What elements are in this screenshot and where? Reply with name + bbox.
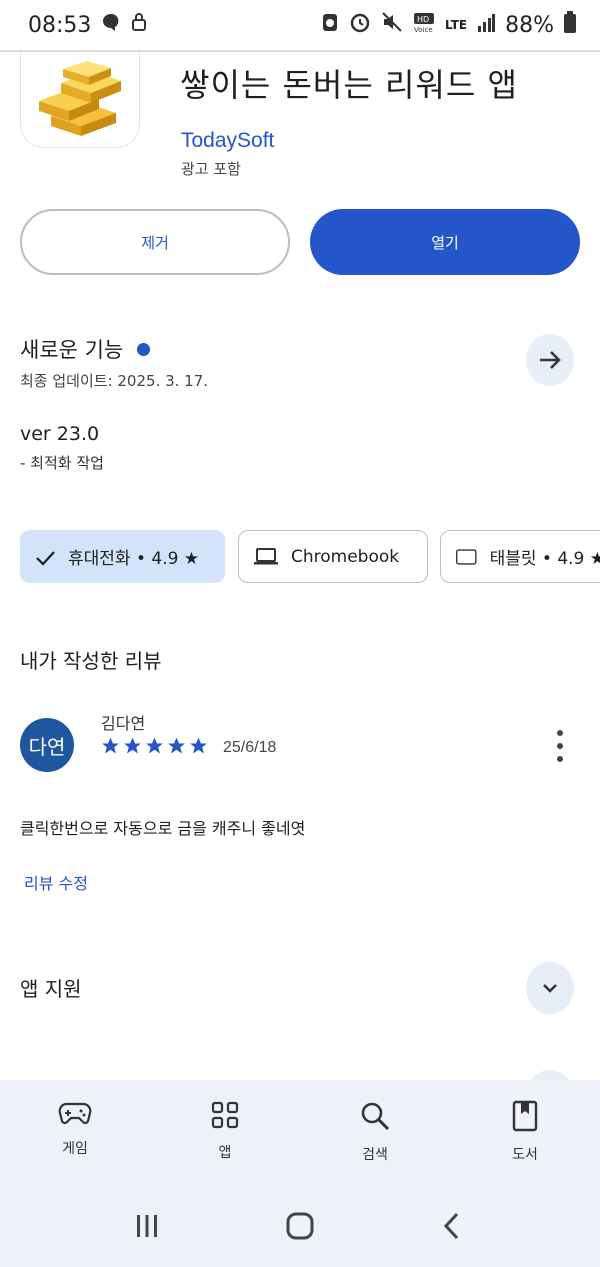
book-icon <box>512 1100 538 1132</box>
chevron-down-icon <box>543 984 557 993</box>
battery-percent: 88% <box>505 12 554 38</box>
tablet-icon <box>456 548 477 565</box>
arrow-right-icon <box>540 351 561 369</box>
release-note: - 최적화 작업 <box>20 454 104 472</box>
last-updated: 최종 업데이트: 2025. 3. 17. <box>20 372 209 390</box>
signal-icon <box>477 13 496 38</box>
review-author: 김다연 <box>101 714 146 733</box>
rating-stars <box>100 736 209 756</box>
apps-grid-icon <box>211 1101 239 1129</box>
nav-search[interactable]: 검색 <box>300 1080 450 1184</box>
system-nav-bar <box>0 1184 600 1267</box>
bottom-nav: 게임 앱 검색 도서 <box>0 1080 600 1184</box>
svg-text:HD: HD <box>417 15 429 24</box>
nav-apps-label: 앱 <box>218 1145 232 1161</box>
recycle-icon <box>321 11 339 39</box>
star-icon <box>168 737 185 754</box>
battery-icon <box>564 11 576 39</box>
app-support-title[interactable]: 앱 지원 <box>20 973 82 1002</box>
nav-books-label: 도서 <box>512 1147 538 1163</box>
star-icon <box>146 737 163 754</box>
chip-chromebook[interactable]: Chromebook <box>238 530 428 583</box>
star-icon <box>102 737 119 754</box>
network-type: LTE <box>445 18 468 32</box>
contains-ads-label: 광고 포함 <box>181 160 241 178</box>
new-indicator-dot <box>137 342 151 356</box>
status-bar: 08:53 HD Voice LTE 88% <box>0 0 600 50</box>
uninstall-button[interactable]: 제거 <box>20 209 290 275</box>
uninstall-button-label: 제거 <box>141 233 169 252</box>
status-time: 08:53 <box>28 12 92 38</box>
whats-new-header[interactable]: 새로운 기능 <box>20 334 151 364</box>
search-icon <box>361 1102 390 1131</box>
svg-text:Voice: Voice <box>414 26 433 33</box>
chip-tablet-label: 태블릿 • 4.9 ★ <box>489 549 600 569</box>
lock-icon <box>131 12 147 38</box>
laptop-icon <box>254 547 278 564</box>
chip-chromebook-label: Chromebook <box>291 546 400 567</box>
nav-games-label: 게임 <box>62 1141 88 1157</box>
chip-phone[interactable]: 휴대전화 • 4.9 ★ <box>20 530 225 583</box>
avatar: 다연 <box>20 718 74 772</box>
home-icon[interactable] <box>285 1211 315 1241</box>
star-icon <box>124 737 141 754</box>
review-text: 클릭한번으로 자동으로 금을 캐주니 좋네엿 <box>20 819 306 838</box>
version-text: ver 23.0 <box>20 423 100 445</box>
edit-review-link[interactable]: 리뷰 수정 <box>24 870 88 894</box>
nav-books[interactable]: 도서 <box>450 1080 600 1184</box>
nav-search-label: 검색 <box>362 1147 388 1163</box>
my-review-title: 내가 작성한 리뷰 <box>20 649 162 673</box>
developer-link[interactable]: TodaySoft <box>181 129 274 153</box>
whats-new-arrow-button[interactable] <box>526 334 574 386</box>
mute-icon <box>381 11 403 39</box>
gamepad-icon <box>58 1102 92 1125</box>
status-divider <box>0 50 600 52</box>
review-date: 25/6/18 <box>223 739 277 756</box>
chip-phone-label: 휴대전화 • 4.9 ★ <box>68 549 200 569</box>
back-icon[interactable] <box>438 1211 468 1241</box>
more-options-icon[interactable] <box>552 730 568 762</box>
chat-bubble-icon <box>101 12 121 38</box>
app-support-expand-button[interactable] <box>526 962 574 1014</box>
chip-tablet[interactable]: 태블릿 • 4.9 ★ <box>440 530 600 583</box>
app-title-line2: 쌓이는 돈버는 리워드 앱 <box>180 66 518 104</box>
open-button[interactable]: 열기 <box>310 209 580 275</box>
whats-new-title: 새로운 기능 <box>20 338 124 362</box>
avatar-text: 다연 <box>28 734 66 759</box>
open-button-label: 열기 <box>431 233 459 252</box>
recent-apps-icon[interactable] <box>132 1211 162 1241</box>
nav-games[interactable]: 게임 <box>0 1080 150 1184</box>
hd-voice-icon: HD Voice <box>413 11 435 39</box>
nav-apps[interactable]: 앱 <box>150 1080 300 1184</box>
star-icon <box>190 737 207 754</box>
alarm-icon <box>349 11 371 39</box>
check-icon <box>36 550 55 566</box>
